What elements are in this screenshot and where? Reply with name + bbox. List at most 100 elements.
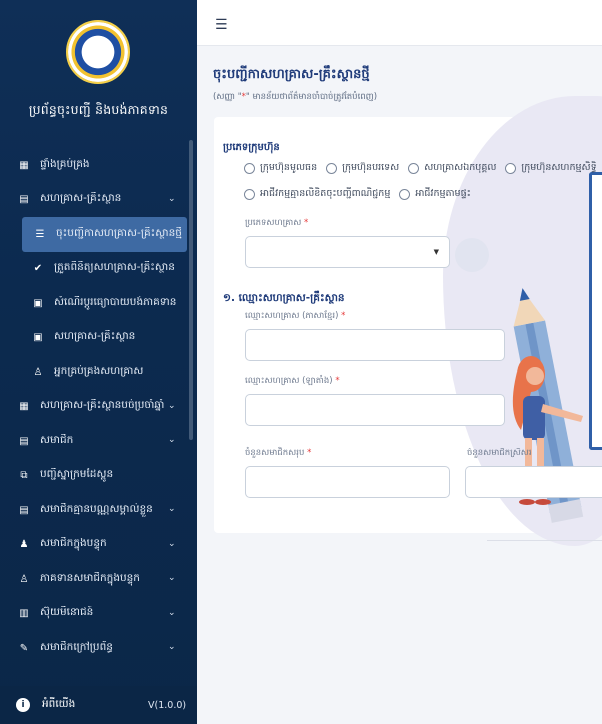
required-star: *	[341, 311, 346, 321]
sidebar-item-enterprise[interactable]: ▤ សហគ្រាស-គ្រឹះស្ថាន ⌄	[0, 183, 197, 218]
radio-label: អាជីវកម្មតាមផ្ទះ	[415, 188, 471, 199]
total-members-label: ចំនួនសមាជិកសរុប *	[245, 448, 311, 460]
sidebar-item-no-id[interactable]: ▤ សមាជិកគ្មានបណ្ណសម្គាល់ខ្លួន ⌄	[0, 493, 197, 528]
sidebar-item-label: ត្រួតពិនិត្យសហគ្រាស-គ្រឹះស្ថាន	[54, 261, 175, 274]
dashboard-icon: ▦	[19, 159, 29, 171]
chevron-down-icon: ⌄	[168, 504, 176, 514]
logo-text: ប.ស.ស. NSSF	[85, 44, 111, 60]
chevron-down-icon: ⌄	[168, 573, 176, 583]
required-star: *	[335, 376, 340, 386]
radio-circle[interactable]	[408, 162, 420, 174]
sidebar-item-managers[interactable]: ♙ អ្នកគ្រប់គ្រងសហគ្រាស	[0, 355, 197, 390]
about-label: អំពីយើង	[42, 697, 76, 710]
company-type-label: ប្រភេទក្រុមហ៊ុន	[223, 142, 280, 153]
radio-option[interactable]: ក្រុមហ៊ុនមូលធន	[244, 161, 317, 175]
sidebar-item-register-new[interactable]: ☰ ចុះបញ្ជីកាសហគ្រាស-គ្រឹះស្ថានថ្មី	[22, 217, 187, 252]
menu-toggle-icon[interactable]: ☰	[215, 17, 228, 33]
members-icon: ▤	[19, 435, 29, 447]
info-icon: i	[16, 698, 30, 712]
label-text: ប្រភេទសហគ្រាស	[245, 218, 302, 228]
sidebar-item-label: សមាជិកគ្មានបណ្ណសម្គាល់ខ្លួន	[40, 502, 153, 515]
sidebar-item-label: អ្នកគ្រប់គ្រងសហគ្រាស	[54, 364, 144, 377]
sidebar-item-label: បញ្ជីស្នាក្រមដៃស្ពូន	[40, 468, 114, 481]
sidebar-item-fingerprint[interactable]: ⧉ បញ្ជីស្នាក្រមដៃស្ពូន	[0, 459, 197, 494]
note-suffix: " មានន័យថាព័ត៌មានចាំបាច់ត្រូវតែបំពេញ)	[245, 92, 378, 102]
chevron-down-icon: ⌄	[168, 642, 176, 652]
radio-label: ក្រុមហ៊ុនមូលធន	[260, 162, 318, 173]
sidebar-item-dependents[interactable]: ♟ សមាជិកក្នុងបន្ទុក ⌄	[0, 528, 197, 563]
female-members-input[interactable]	[465, 466, 602, 498]
sidebar-item-payment-request[interactable]: ▣ សំណើរប្តូរធ្យោបាយបង់ភាគទាន	[0, 286, 197, 321]
sidebar-item-label: ស៊ុយមិនោជន៍	[40, 606, 94, 619]
radio-label: ក្រុមហ៊ុនសហកម្មសិទ្ធិ	[521, 162, 597, 173]
list-icon: ▣	[33, 332, 43, 344]
card-icon: ▤	[19, 504, 29, 516]
required-star: *	[304, 218, 309, 228]
name-kh-label: ឈ្មោះសហគ្រាស (ភាសាខ្មែរ) *	[245, 311, 345, 323]
sidebar-menu: ▦ ផ្ទាំងគ្រប់គ្រង ▤ សហគ្រាស-គ្រឹះស្ថាន ⌄…	[0, 148, 197, 666]
sidebar-item-members[interactable]: ▤ សមាជិក ⌄	[0, 424, 197, 459]
sidebar: ប.ស.ស. NSSF ប្រព័ន្ធចុះបញ្ជី និងបង់ភាគទា…	[0, 0, 197, 724]
register-icon: ☰	[35, 228, 45, 240]
version-label: V(1.0.0)	[148, 699, 187, 711]
radio-option[interactable]: សហគ្រាសឯកបុគ្គល	[408, 161, 496, 175]
label-text: ឈ្មោះសហគ្រាស (ឡាតាំង)	[245, 376, 333, 386]
chevron-down-icon: ⌄	[168, 400, 176, 411]
tools-icon: ✎	[19, 642, 29, 654]
radio-option[interactable]: អាជីវកម្មតាមផ្ទះ	[399, 187, 471, 201]
copy-icon: ⧉	[20, 470, 28, 482]
sidebar-item-label: ផ្ទាំងគ្រប់គ្រង	[40, 157, 90, 170]
about-link[interactable]: i អំពីយើង V(1.0.0)	[0, 686, 197, 724]
sidebar-item-label: ចុះបញ្ជីកាសហគ្រាស-គ្រឹះស្ថានថ្មី	[56, 226, 182, 239]
label-text: ចំនួនសមាជិកសរុប	[245, 448, 305, 458]
radio-circle[interactable]	[244, 188, 255, 200]
page-title: ចុះបញ្ជីកាសហគ្រាស-គ្រឹះស្ថានថ្មី	[213, 67, 370, 82]
ground-line	[487, 540, 602, 541]
sidebar-item-label: ភាគទានសមាជិកក្នុងបន្ទុក	[40, 571, 140, 584]
radio-circle[interactable]	[399, 188, 411, 200]
bank-icon: ▥	[19, 608, 29, 620]
chevron-down-icon: ⌄	[168, 538, 176, 549]
female-members-label: ចំនួនសមាជិកស្រីសរ	[467, 448, 537, 460]
enterprise-type-label: ប្រភេទសហគ្រាស *	[245, 218, 308, 230]
name-kh-input[interactable]	[245, 329, 505, 361]
illustration-circle	[455, 238, 489, 272]
radio-option[interactable]: ក្រុមហ៊ុនសហកម្មសិទ្ធិ	[505, 161, 597, 175]
system-title: ប្រព័ន្ធចុះបញ្ជី និងបង់ភាគទាន	[28, 102, 169, 117]
label-text: ចំនួនសមាជិកស្រីសរ	[467, 448, 532, 458]
note-prefix: (សញ្ញា "	[213, 92, 242, 102]
radio-label: ក្រុមហ៊ុនបរទេស	[342, 162, 400, 173]
radio-circle[interactable]	[505, 162, 517, 174]
radio-circle[interactable]	[244, 162, 255, 174]
radio-label: អាជីវកម្មគ្មានលិខិតចុះបញ្ជីពាណិជ្ជកម្ម	[260, 188, 391, 199]
check-badge-icon: ✔	[33, 263, 43, 275]
name-en-input[interactable]	[245, 394, 505, 426]
radio-option[interactable]: ក្រុមហ៊ុនបរទេស	[326, 161, 399, 175]
sidebar-item-annual[interactable]: ▦ សហគ្រាស-គ្រឹះស្ថានបច់ប្រចាំឆ្នាំ ⌄	[0, 390, 197, 425]
building-icon: ▤	[19, 194, 29, 206]
sidebar-item-dashboard[interactable]: ▦ ផ្ទាំងគ្រប់គ្រង	[0, 148, 197, 183]
main-content: ☰ ចុះបញ្ជីកាសហគ្រាស-គ្រឹះស្ថានថ្មី (សញ្ញ…	[197, 0, 602, 724]
radio-circle[interactable]	[326, 162, 338, 174]
form-icon: ▣	[33, 297, 43, 309]
sidebar-item-enterprise-list[interactable]: ▣ សហគ្រាស-គ្រឹះស្ថាន	[0, 321, 197, 356]
enterprise-type-select[interactable]: ▼	[245, 236, 450, 268]
sidebar-item-label: សហគ្រាស-គ្រឹះស្ថាន	[40, 192, 122, 205]
top-bar: ☰	[197, 0, 602, 46]
chevron-down-icon: ⌄	[168, 193, 176, 204]
chevron-down-icon: ⌄	[168, 435, 176, 445]
sidebar-item-label: សំណើរប្តូរធ្យោបាយបង់ភាគទាន	[54, 295, 177, 308]
chevron-down-icon: ⌄	[168, 607, 176, 618]
label-text: ឈ្មោះសហគ្រាស (ភាសាខ្មែរ)	[245, 311, 339, 321]
sidebar-item-label: សហគ្រាស-គ្រឹះស្ថានបច់ប្រចាំឆ្នាំ	[40, 399, 165, 412]
sidebar-item-verify[interactable]: ✔ ត្រួតពិនិត្យសហគ្រាស-គ្រឹះស្ថាន	[0, 252, 197, 287]
radio-option[interactable]: អាជីវកម្មគ្មានលិខិតចុះបញ្ជីពាណិជ្ជកម្ម	[244, 187, 390, 201]
section-enterprise-name: ១. ឈ្មោះសហគ្រាស-គ្រឹះស្ថាន	[223, 292, 345, 304]
sidebar-item-external[interactable]: ✎ សមាជិកក្រៅប្រព័ន្ធ ⌄	[0, 631, 197, 666]
name-en-label: ឈ្មោះសហគ្រាស (ឡាតាំង) *	[245, 376, 340, 388]
total-members-input[interactable]	[245, 466, 450, 498]
sidebar-item-label: សមាជិកក្នុងបន្ទុក	[40, 537, 107, 550]
nssf-logo: ប.ស.ស. NSSF	[66, 20, 130, 84]
sidebar-item-dependent-contribution[interactable]: ♙ ភាគទានសមាជិកក្នុងបន្ទុក ⌄	[0, 562, 197, 597]
sidebar-item-employer[interactable]: ▥ ស៊ុយមិនោជន៍ ⌄	[0, 597, 197, 632]
